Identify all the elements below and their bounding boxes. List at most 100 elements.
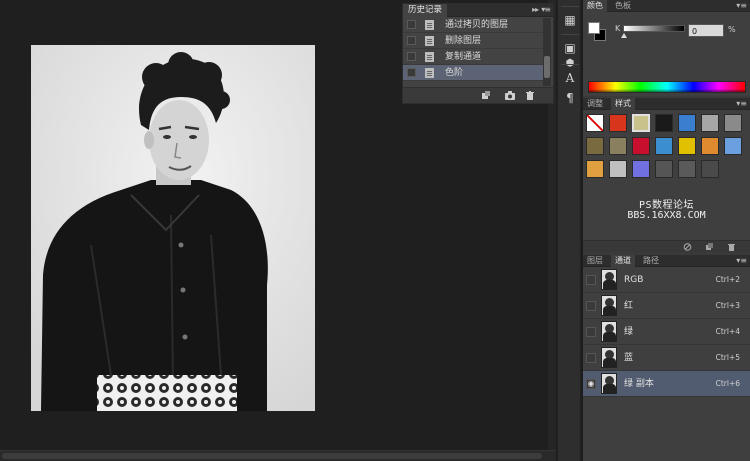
channel-thumbnail [601,295,617,316]
slider-thumb[interactable] [621,33,627,38]
history-source-checkbox[interactable] [407,52,416,61]
styles-tab-bar: 调整 样式 ▾≡ [583,98,750,110]
history-panel-icon[interactable]: ▦ [562,12,578,28]
watermark-title: PS数程论坛 [638,200,695,211]
panel-menu-icon[interactable]: ▸▸ ▾≡ [532,5,551,14]
visibility-toggle[interactable] [586,353,596,363]
channel-thumbnail [601,347,617,368]
channel-thumbnail [601,321,617,342]
k-channel-label: K [615,24,621,33]
k-unit-label: % [728,25,736,34]
history-panel: 历史记录 ▸▸ ▾≡ 通过拷贝的图层 删除图层 复制通道 色阶 [402,3,554,104]
styles-panel: 调整 样式 ▾≡ PS数程论坛 BBS.16XX8.COM [583,98,750,252]
history-state-icon [425,52,434,62]
style-swatch[interactable] [655,137,673,155]
channel-name: 绿 [624,327,634,337]
channel-row-green[interactable]: 绿 Ctrl+4 [583,319,750,345]
channel-thumbnail [601,269,617,290]
paragraph-icon[interactable]: ¶ [562,90,578,106]
history-item[interactable]: 通过拷贝的图层 [403,17,543,33]
color-spectrum-bar[interactable] [588,81,746,93]
channels-tab-bar: 图层 通道 路径 ▾≡ [583,255,750,267]
history-item-label: 复制通道 [445,52,482,62]
history-list: 通过拷贝的图层 删除图层 复制通道 色阶 [403,17,543,81]
trash-icon[interactable] [525,91,535,100]
scroll-thumb[interactable] [544,56,550,78]
styles-footer [583,240,750,252]
panel-menu-icon[interactable]: ▾≡ [736,1,747,10]
new-document-from-state-icon[interactable] [481,91,491,100]
history-source-checkbox[interactable] [407,20,416,29]
horizontal-scrollbar[interactable] [0,450,556,461]
scroll-thumb[interactable] [2,453,542,459]
tab-history[interactable]: 历史记录 [403,4,448,17]
snapshot-camera-icon[interactable] [505,91,515,100]
style-swatch[interactable] [701,137,719,155]
history-source-checkbox[interactable] [407,36,416,45]
style-swatch[interactable] [724,137,742,155]
style-swatch[interactable] [678,160,696,178]
eye-icon[interactable]: ◉ [586,379,596,389]
style-swatch[interactable] [655,114,673,132]
style-swatch[interactable] [632,160,650,178]
channels-panel: 图层 通道 路径 ▾≡ RGB Ctrl+2 红 Ctrl+3 绿 Ctrl+4… [583,255,750,461]
color-tab-bar: 颜色 色板 ▾≡ [583,0,750,12]
style-swatch[interactable] [701,160,719,178]
channel-shortcut: Ctrl+5 [715,353,740,362]
style-swatch[interactable] [632,114,650,132]
history-item-label: 通过拷贝的图层 [445,20,509,30]
style-swatch[interactable] [586,160,604,178]
trash-icon[interactable] [727,243,736,251]
history-item[interactable]: 复制通道 [403,49,543,65]
visibility-toggle[interactable] [586,301,596,311]
style-swatch[interactable] [632,137,650,155]
style-swatch[interactable] [609,137,627,155]
panel-menu-icon[interactable]: ▾≡ [736,99,747,108]
style-swatch[interactable] [609,160,627,178]
channel-shortcut: Ctrl+3 [715,301,740,310]
history-state-icon [425,36,434,46]
actions-icon[interactable]: ▣ [562,40,578,56]
style-swatch[interactable] [678,137,696,155]
channel-row-blue[interactable]: 蓝 Ctrl+5 [583,345,750,371]
tab-channels[interactable]: 通道 [611,255,635,267]
style-swatch[interactable] [701,114,719,132]
k-value-field[interactable]: 0 [688,24,724,37]
history-state-icon [425,20,434,30]
channel-row-rgb[interactable]: RGB Ctrl+2 [583,267,750,293]
style-swatch[interactable] [586,137,604,155]
foreground-color-swatch[interactable] [588,22,600,34]
new-style-icon[interactable] [705,243,714,251]
history-item-selected[interactable]: 色阶 [403,65,543,81]
right-panel-dock: 颜色 色板 ▾≡ K 0 % 调整 样式 ▾≡ PS数程论坛 BBS.16XX8… [583,0,750,461]
channel-name: 蓝 [624,353,634,363]
tab-paths[interactable]: 路径 [639,255,663,267]
channel-row-red[interactable]: 红 Ctrl+3 [583,293,750,319]
history-item[interactable]: 删除图层 [403,33,543,49]
style-swatch[interactable] [655,160,673,178]
tab-styles[interactable]: 样式 [611,98,635,110]
visibility-toggle[interactable] [586,327,596,337]
tab-layers[interactable]: 图层 [583,255,607,267]
strip-grip[interactable] [561,6,579,7]
tab-swatches[interactable]: 色板 [611,0,635,12]
channel-shortcut: Ctrl+4 [715,327,740,336]
clear-style-icon[interactable] [683,243,692,251]
style-swatch[interactable] [678,114,696,132]
channel-name: 绿 副本 [624,379,654,389]
channel-thumbnail [601,373,617,394]
style-swatch[interactable] [609,114,627,132]
history-source-checkbox[interactable] [407,68,416,77]
character-icon[interactable]: A [562,70,578,86]
style-swatch[interactable] [586,114,604,132]
visibility-toggle[interactable] [586,275,596,285]
channel-row-green-copy[interactable]: ◉ 绿 副本 Ctrl+6 [583,371,750,397]
channel-name: 红 [624,301,634,311]
tab-color[interactable]: 颜色 [583,0,607,12]
panel-menu-icon[interactable]: ▾≡ [736,256,747,265]
tab-adjustments[interactable]: 调整 [583,98,607,110]
style-swatch[interactable] [724,114,742,132]
k-channel-slider[interactable] [623,25,685,32]
history-footer [403,87,553,103]
history-scrollbar[interactable] [543,18,551,86]
